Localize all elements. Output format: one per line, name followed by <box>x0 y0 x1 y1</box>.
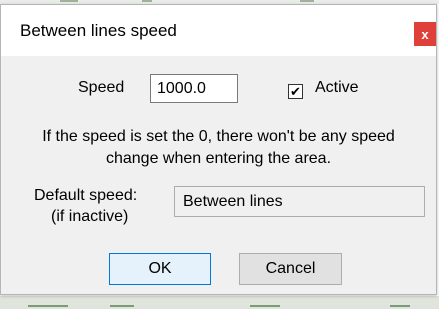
default-speed-label: Default speed: <box>34 187 138 204</box>
default-speed-sublabel: (if inactive) <box>51 208 129 225</box>
background-line <box>28 305 68 307</box>
background-app-bottom <box>0 296 439 309</box>
speed-info-text: If the speed is set the 0, there won't b… <box>42 128 395 167</box>
between-lines-speed-dialog: Between lines speed x Speed ✔ Active If … <box>0 4 437 295</box>
speed-input[interactable] <box>150 74 238 103</box>
dialog-title: Between lines speed <box>20 21 177 40</box>
background-line <box>250 305 280 307</box>
cancel-button[interactable]: Cancel <box>239 253 342 285</box>
default-speed-field[interactable] <box>174 186 425 217</box>
close-button[interactable]: x <box>414 22 436 46</box>
active-label[interactable]: Active <box>315 79 359 97</box>
background-line <box>142 0 152 2</box>
checkmark-icon: ✔ <box>290 84 301 99</box>
ok-button[interactable]: OK <box>109 253 211 285</box>
background-line <box>110 305 134 307</box>
background-line <box>60 0 78 2</box>
active-checkbox[interactable]: ✔ <box>288 84 303 99</box>
background-line <box>300 0 314 2</box>
dialog-titlebar[interactable]: Between lines speed x <box>1 5 436 56</box>
background-line <box>390 305 410 307</box>
close-icon: x <box>421 26 429 42</box>
speed-label: Speed <box>78 79 125 96</box>
